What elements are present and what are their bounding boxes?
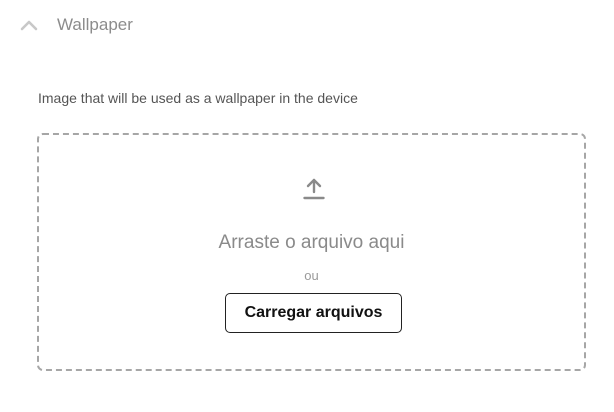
wallpaper-description: Image that will be used as a wallpaper i… bbox=[38, 90, 358, 106]
section-title: Wallpaper bbox=[57, 15, 133, 34]
wallpaper-section-toggle[interactable]: Wallpaper bbox=[20, 12, 133, 38]
or-separator-text: ou bbox=[304, 268, 319, 283]
file-dropzone[interactable]: Arraste o arquivo aqui ou Carregar arqui… bbox=[37, 133, 586, 371]
wallpaper-panel: Wallpaper Image that will be used as a w… bbox=[0, 0, 614, 412]
upload-icon bbox=[303, 177, 325, 201]
chevron-up-icon bbox=[20, 19, 38, 31]
drag-drop-text: Arraste o arquivo aqui bbox=[218, 232, 405, 253]
upload-files-button[interactable]: Carregar arquivos bbox=[225, 293, 402, 333]
